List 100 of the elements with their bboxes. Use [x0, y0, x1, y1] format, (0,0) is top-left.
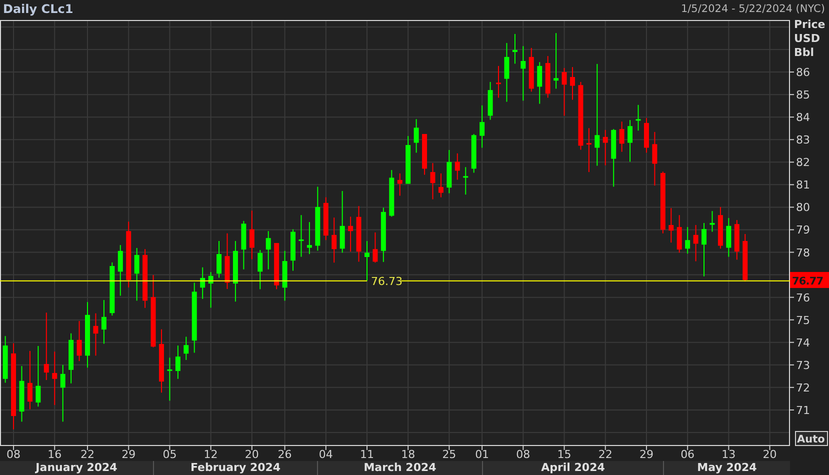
- candlestick: [471, 134, 476, 174]
- axis-tick-label: 04: [318, 448, 333, 461]
- axis-tick-label: 20: [762, 448, 777, 461]
- candlestick: [200, 266, 206, 300]
- candlestick: [44, 312, 49, 380]
- candlestick: [397, 172, 402, 196]
- month-label: March 2024: [317, 461, 482, 475]
- candlestick: [232, 240, 238, 302]
- candlestick: [676, 214, 682, 254]
- candlestick: [306, 222, 312, 255]
- axis-tick-label: 80: [796, 201, 810, 214]
- axis-tick-label: 73: [796, 358, 810, 372]
- candlestick: [266, 230, 271, 270]
- axis-tick-label: 08: [6, 448, 21, 461]
- candlestick: [158, 328, 164, 394]
- candlestick: [208, 272, 214, 308]
- candlestick: [142, 248, 148, 308]
- axis-unit-label: USD: [794, 32, 820, 45]
- candlestick: [685, 226, 690, 254]
- axis-tick-label: 75: [796, 314, 810, 327]
- candlestick: [356, 206, 362, 262]
- candlestick: [389, 170, 394, 218]
- month-label: April 2024: [482, 461, 663, 475]
- candlestick: [340, 190, 345, 254]
- candlestick: [422, 134, 428, 176]
- candlestick: [167, 357, 172, 402]
- candlestick: [545, 56, 550, 98]
- axis-tick-label: 15: [557, 448, 572, 461]
- candlestick: [480, 104, 485, 148]
- candlestick: [118, 244, 123, 296]
- candlestick: [718, 206, 723, 250]
- axis-tick-label: 78: [796, 246, 810, 260]
- candlestick: [586, 128, 592, 173]
- axis-tick-label: 29: [639, 448, 654, 461]
- candlestick: [101, 300, 106, 344]
- candlestick: [315, 186, 320, 252]
- candlestick: [710, 210, 715, 232]
- candlestick: [68, 332, 74, 384]
- candlestick: [611, 128, 616, 188]
- candlestick: [52, 351, 58, 406]
- month-label: January 2024: [34, 461, 118, 475]
- candlestick: [702, 222, 707, 277]
- candlestick: [216, 240, 222, 278]
- candlestick: [578, 81, 584, 150]
- axis-unit-label: Bbl: [794, 46, 814, 59]
- candlestick: [19, 366, 24, 422]
- date-range: 1/5/2024 - 5/22/2024 (NYC): [680, 3, 825, 15]
- candlestick: [562, 67, 567, 116]
- candlestick: [496, 65, 502, 98]
- candlestick: [454, 152, 460, 180]
- candlestick: [537, 62, 542, 104]
- candlestick: [734, 220, 740, 260]
- month-label: May 2024: [663, 461, 790, 475]
- candlestick: [742, 234, 748, 282]
- candlestick: [76, 320, 82, 362]
- axis-tick-label: 81: [796, 178, 810, 192]
- candlestick: [619, 121, 624, 152]
- candlestick: [488, 81, 493, 120]
- axis-tick-label: 13: [722, 448, 736, 461]
- candlestick: [644, 118, 649, 154]
- axis-tick-label: 83: [796, 134, 810, 147]
- candlestick: [554, 32, 559, 90]
- candlestick: [726, 218, 732, 258]
- candlestick: [668, 208, 674, 244]
- candlestick: [241, 220, 246, 270]
- candlestick: [504, 42, 510, 102]
- axis-tick-label: 71: [796, 404, 810, 417]
- candlestick: [274, 242, 280, 290]
- candlestick: [652, 131, 658, 186]
- candlestick: [298, 214, 304, 258]
- axis-tick-label: 79: [796, 224, 810, 237]
- candlestick: [406, 136, 411, 184]
- candlestick: [380, 207, 386, 262]
- candlestick: [126, 221, 132, 288]
- candlestick: [110, 262, 115, 316]
- axis-tick-label: 16: [48, 448, 62, 461]
- axis-tick-label: 76: [796, 291, 810, 304]
- candlestick: [438, 172, 444, 198]
- axis-tick-label: 29: [122, 448, 136, 461]
- axis-tick-label: 06: [680, 448, 695, 461]
- candlestick: [2, 336, 8, 384]
- candlestick: [60, 364, 66, 422]
- candlestick: [258, 250, 263, 290]
- candlestick: [364, 240, 370, 282]
- candlestick: [520, 46, 526, 102]
- candlestick: [372, 232, 378, 264]
- axis-tick-label: 85: [796, 88, 810, 102]
- axis-unit-label: Price: [794, 18, 826, 31]
- candlestick: [512, 33, 518, 64]
- candlestick: [282, 250, 288, 302]
- candlestick: [446, 149, 452, 194]
- candlestick: [224, 232, 230, 290]
- candlestick: [570, 66, 575, 100]
- axis-tick-label: 26: [278, 448, 292, 461]
- candlestick: [175, 345, 180, 380]
- auto-button[interactable]: Auto: [795, 431, 828, 446]
- month-label: February 2024: [153, 461, 317, 475]
- axis-tick-label: 25: [442, 448, 456, 461]
- candlestick: [184, 336, 189, 360]
- candlestick: [249, 210, 254, 260]
